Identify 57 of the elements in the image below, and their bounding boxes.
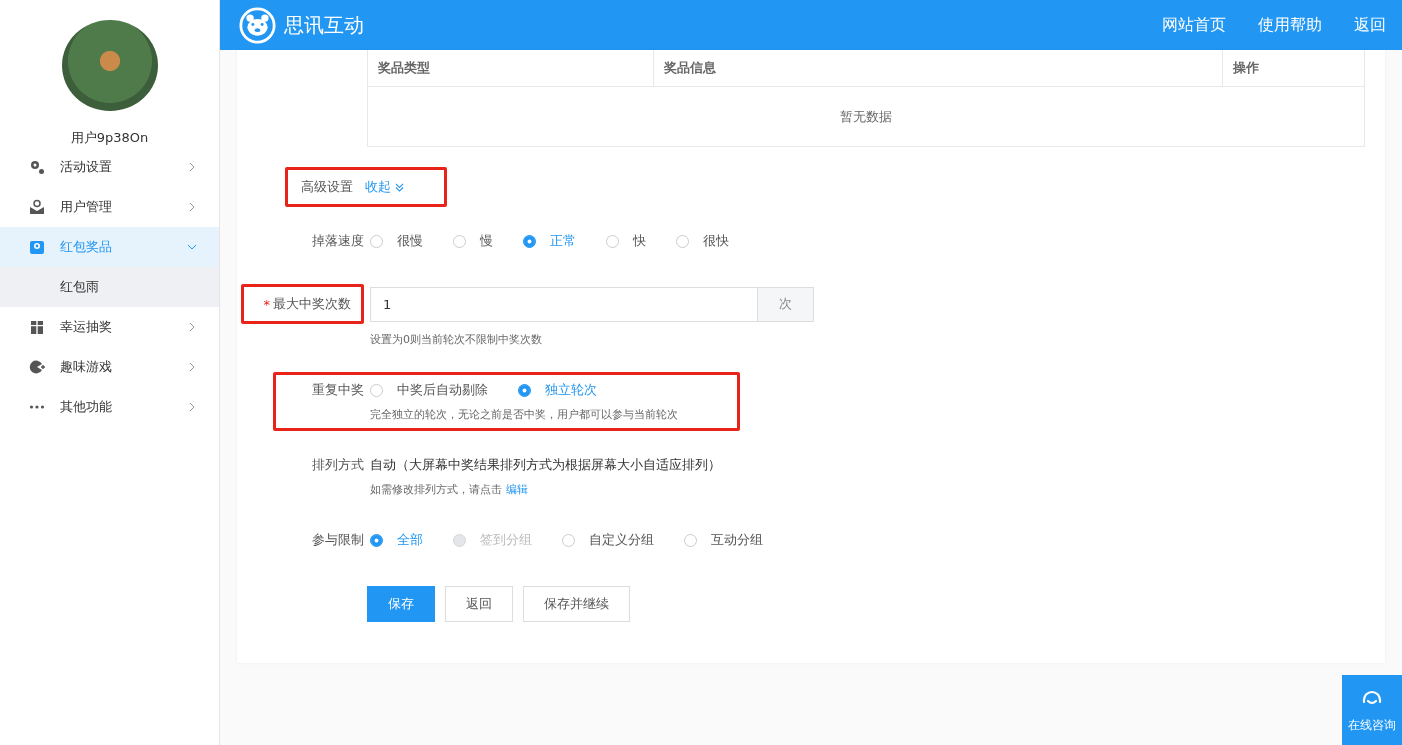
radio-button[interactable] — [523, 234, 536, 248]
gift-icon — [29, 319, 45, 335]
radio-button[interactable] — [518, 383, 531, 397]
chevron-right-icon — [187, 162, 197, 172]
column-header: 奖品信息 — [654, 50, 1223, 86]
field-label: 最大中奖次数 — [273, 295, 351, 313]
field-label: 参与限制 — [312, 531, 364, 549]
radio-button[interactable] — [370, 383, 383, 397]
action-button[interactable]: 保存并继续 — [523, 586, 630, 622]
chevron-right-icon — [187, 402, 197, 412]
column-header: 操作 — [1232, 59, 1260, 77]
envelope-icon — [29, 239, 45, 255]
input-field[interactable]: 1 — [370, 286, 758, 322]
menu-item[interactable]: 用户管理 — [0, 187, 219, 227]
column-header: 奖品类型 — [368, 50, 654, 86]
submenu-item[interactable]: 红包雨 — [0, 267, 219, 307]
hint-text: 设置为0则当前轮次不限制中奖次数 — [370, 332, 543, 347]
radio-option[interactable]: 很慢 — [370, 232, 423, 250]
radio-button[interactable] — [370, 533, 383, 547]
radio-button[interactable] — [684, 533, 697, 547]
chevron-right-icon — [187, 362, 197, 372]
brand-name: 思讯互动 — [284, 11, 364, 39]
radio-option[interactable]: 很快 — [676, 232, 729, 250]
radio-option[interactable]: 慢 — [453, 232, 493, 250]
bear-logo-icon — [239, 6, 276, 44]
field-label: 掉落速度 — [312, 232, 364, 250]
menu-item[interactable]: 活动设置 — [0, 147, 219, 187]
radio-button[interactable] — [676, 234, 689, 248]
menu-item[interactable]: 其他功能 — [0, 387, 219, 427]
radio-button[interactable] — [562, 533, 575, 547]
menu-item[interactable]: 趣味游戏 — [0, 347, 219, 387]
action-button[interactable]: 返回 — [445, 586, 513, 622]
pacman-icon — [29, 359, 45, 375]
hint-text: 完全独立的轮次，无论之前是否中奖，用户都可以参与当前轮次 — [370, 407, 679, 422]
user-icon — [29, 199, 45, 215]
required-mark: * — [263, 296, 270, 312]
hint-text: 如需修改排列方式，请点击 编辑 — [370, 482, 529, 497]
gears-icon — [29, 159, 45, 175]
field-label: 高级设置 — [301, 178, 353, 196]
radio-button[interactable] — [453, 234, 466, 248]
radio-option[interactable]: 快 — [606, 232, 646, 250]
field-label: 重复中奖 — [312, 381, 364, 399]
chevron-right-icon — [187, 322, 197, 332]
menu-item[interactable]: 幸运抽奖 — [0, 307, 219, 347]
chevron-right-icon — [187, 202, 197, 212]
double-chevron-icon — [395, 182, 404, 192]
radio-button[interactable] — [370, 234, 383, 248]
input-suffix: 次 — [758, 286, 814, 322]
field-value: 自动（大屏幕中奖结果排列方式为根据屏幕大小自适应排列） — [370, 456, 721, 474]
radio-button[interactable] — [606, 234, 619, 248]
chevron-down-icon — [187, 242, 197, 252]
radio-option[interactable]: 自定义分组 — [562, 531, 654, 549]
empty-text: 暂无数据 — [839, 107, 893, 126]
radio-option[interactable]: 中奖后自动剔除 — [370, 381, 488, 399]
username: 用户9p38On — [70, 129, 149, 147]
field-label: 排列方式 — [312, 456, 364, 474]
radio-option[interactable]: 互动分组 — [684, 531, 763, 549]
